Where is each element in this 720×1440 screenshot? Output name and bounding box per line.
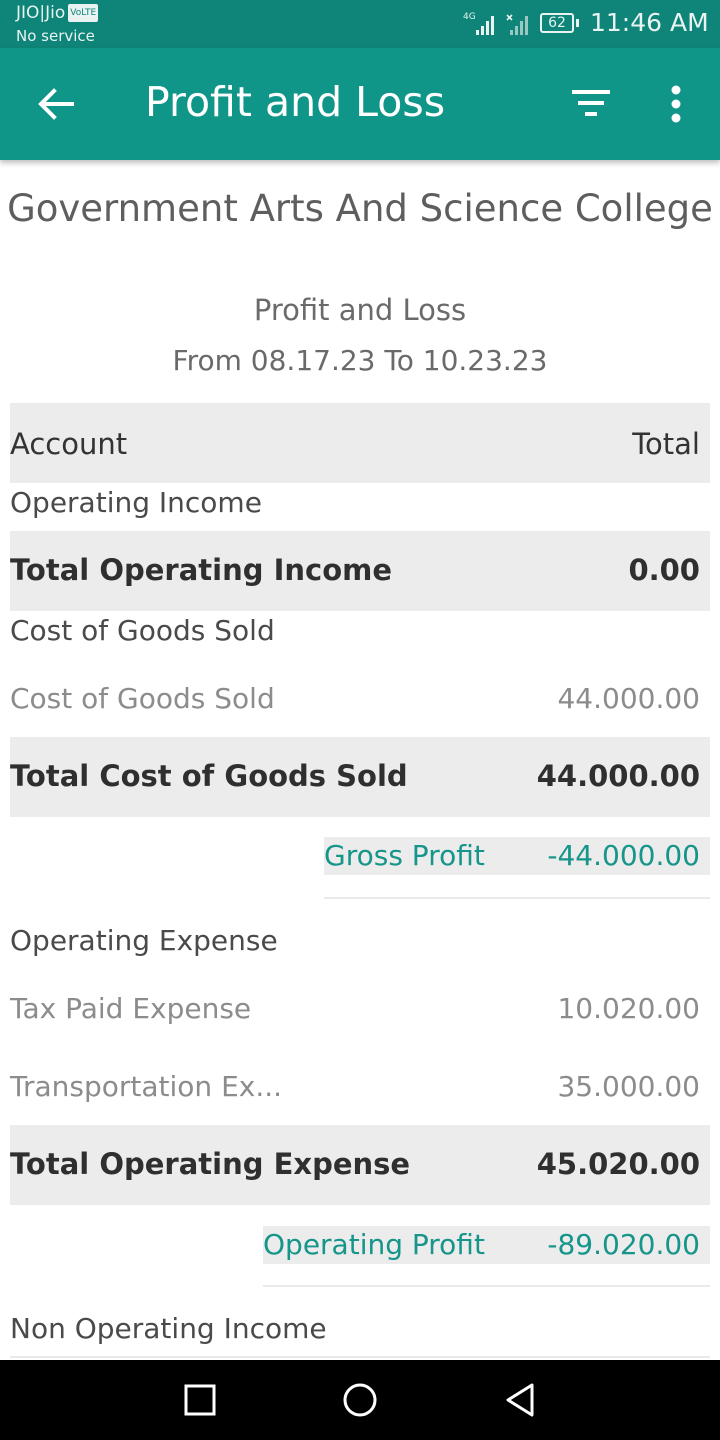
operating-profit-label: Operating Profit <box>263 1228 485 1261</box>
total-value: 44.000.00 <box>536 759 700 793</box>
clock: 11:46 AM <box>590 8 709 37</box>
account-label: Transportation Ex... <box>10 1070 283 1103</box>
section-cost-of-goods-sold: Cost of Goods Sold <box>10 614 710 654</box>
status-bar: JIO|Jio VoLTE No service 4G 62 11:46 AM <box>0 0 720 48</box>
more-vert-icon[interactable] <box>660 82 692 126</box>
account-column-header: Account <box>10 427 128 461</box>
total-row-operating-expense[interactable]: Total Operating Expense 45.020.00 <box>10 1125 710 1205</box>
account-row[interactable]: Tax Paid Expense 10.020.00 <box>10 992 710 1032</box>
carrier-label: JIO|Jio <box>16 3 66 23</box>
section-label: Operating Expense <box>10 924 278 957</box>
divider <box>324 897 710 899</box>
divider <box>263 1285 710 1287</box>
navigation-bar <box>0 1360 720 1440</box>
back-arrow-icon[interactable] <box>36 84 76 124</box>
account-row[interactable]: Cost of Goods Sold 44.000.00 <box>10 682 710 722</box>
gross-profit-value: -44.000.00 <box>547 839 700 872</box>
organization-name: Government Arts And Science College <box>7 187 713 230</box>
total-label: Total Cost of Goods Sold <box>10 759 408 793</box>
section-non-operating-income: Non Operating Income <box>10 1312 710 1352</box>
account-value: 44.000.00 <box>557 682 700 715</box>
divider <box>10 1356 710 1358</box>
total-row-operating-income[interactable]: Total Operating Income 0.00 <box>10 531 710 611</box>
account-label: Cost of Goods Sold <box>10 682 275 715</box>
service-status: No service <box>16 27 95 45</box>
table-header: Account Total <box>10 403 710 483</box>
section-label: Cost of Goods Sold <box>10 614 275 647</box>
back-icon[interactable] <box>500 1380 540 1420</box>
total-label: Total Operating Income <box>10 553 393 587</box>
battery-icon: 62 <box>540 13 574 33</box>
operating-profit-value: -89.020.00 <box>547 1228 700 1261</box>
volte-badge: VoLTE <box>68 4 99 22</box>
carrier-name: JIO|Jio VoLTE <box>16 3 99 23</box>
gross-profit-label: Gross Profit <box>324 839 485 872</box>
gross-profit-row: Gross Profit -44.000.00 <box>324 837 710 875</box>
date-range: From 08.17.23 To 10.23.23 <box>172 344 548 377</box>
account-label: Tax Paid Expense <box>10 992 252 1025</box>
operating-profit-row: Operating Profit -89.020.00 <box>263 1226 710 1264</box>
section-operating-income: Operating Income <box>10 486 710 526</box>
battery-tip <box>576 19 579 27</box>
section-operating-expense: Operating Expense <box>10 924 710 964</box>
account-value: 35.000.00 <box>557 1070 700 1103</box>
filter-icon[interactable] <box>570 86 614 122</box>
app-bar: Profit and Loss <box>0 48 720 160</box>
total-label: Total Operating Expense <box>10 1147 411 1181</box>
home-icon[interactable] <box>340 1380 380 1420</box>
signal-strength-icon <box>476 16 494 35</box>
total-column-header: Total <box>632 427 700 461</box>
recents-icon[interactable] <box>180 1380 220 1420</box>
section-label: Operating Income <box>10 486 262 519</box>
total-value: 0.00 <box>628 553 700 587</box>
total-value: 45.020.00 <box>536 1147 700 1181</box>
account-value: 10.020.00 <box>557 992 700 1025</box>
no-signal-icon <box>506 14 528 35</box>
section-label: Non Operating Income <box>10 1312 327 1345</box>
app-title: Profit and Loss <box>145 78 446 126</box>
report-title: Profit and Loss <box>253 293 467 327</box>
account-row[interactable]: Transportation Ex... 35.000.00 <box>10 1070 710 1110</box>
total-row-cost-of-goods-sold[interactable]: Total Cost of Goods Sold 44.000.00 <box>10 737 710 817</box>
